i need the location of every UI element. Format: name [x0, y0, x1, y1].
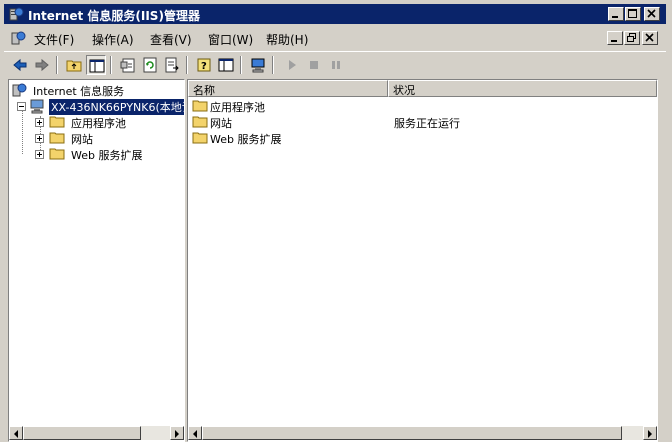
list-item[interactable]: 网站 服务正在运行: [190, 114, 650, 130]
menu-help[interactable]: 帮助(H): [266, 31, 308, 48]
menu-action[interactable]: 操作(A): [92, 31, 134, 48]
expand-icon[interactable]: [35, 150, 44, 159]
folder-icon: [192, 114, 208, 129]
tree-label: Internet 信息服务: [33, 85, 125, 98]
column-header-status[interactable]: 状况: [388, 80, 657, 97]
window-title: Internet 信息服务(IIS)管理器: [28, 9, 200, 23]
show-hide-tree-icon[interactable]: [86, 55, 106, 75]
tree-item-iis-root[interactable]: Internet 信息服务: [11, 82, 183, 98]
menu-window[interactable]: 窗口(W): [208, 31, 253, 48]
list-item-name: Web 服务扩展: [210, 133, 282, 146]
tree-horizontal-scrollbar[interactable]: [9, 426, 184, 440]
toolbar-separator: [110, 56, 112, 74]
toolbar: ?: [4, 51, 666, 78]
collapse-icon[interactable]: [17, 102, 26, 111]
properties-icon[interactable]: [118, 55, 138, 75]
console-icon[interactable]: [10, 30, 26, 46]
computer-connect-icon[interactable]: [248, 55, 268, 75]
scroll-thumb[interactable]: [23, 426, 141, 440]
list-item-name: 网站: [210, 117, 232, 130]
child-restore-button[interactable]: [624, 31, 640, 45]
list-item[interactable]: Web 服务扩展: [190, 130, 650, 146]
forward-icon[interactable]: [32, 55, 52, 75]
list-item-status: 服务正在运行: [394, 117, 460, 130]
list-pane[interactable]: 名称 状况 应用程序池 网站 服务正在运行 Web 服务扩展: [187, 79, 658, 442]
tree-label: Web 服务扩展: [71, 149, 143, 162]
toolbar-separator: [186, 56, 188, 74]
tree-item-web-service-ext[interactable]: Web 服务扩展: [35, 146, 184, 162]
pause-icon[interactable]: [326, 55, 346, 75]
maximize-button[interactable]: [625, 7, 641, 21]
tree-label: 应用程序池: [71, 117, 126, 130]
child-minimize-button[interactable]: [607, 31, 623, 45]
up-folder-icon[interactable]: [64, 55, 84, 75]
scroll-left-icon[interactable]: [9, 426, 23, 440]
menu-view[interactable]: 查看(V): [150, 31, 192, 48]
tree-item-websites[interactable]: 网站: [35, 130, 184, 146]
expand-icon[interactable]: [35, 134, 44, 143]
list-item-name: 应用程序池: [210, 101, 265, 114]
child-close-button[interactable]: [642, 31, 658, 45]
iis-app-icon: [8, 6, 24, 22]
stop-icon[interactable]: [304, 55, 324, 75]
help-icon[interactable]: ?: [194, 55, 214, 75]
scroll-left-icon[interactable]: [188, 426, 202, 440]
refresh-icon[interactable]: [140, 55, 160, 75]
menu-bar: 文件(F) 操作(A) 查看(V) 窗口(W) 帮助(H): [4, 27, 666, 49]
svg-text:?: ?: [201, 61, 207, 72]
list-header: 名称 状况: [188, 80, 657, 97]
folder-icon: [49, 114, 65, 129]
tree-item-app-pools[interactable]: 应用程序池: [35, 114, 184, 130]
list-horizontal-scrollbar[interactable]: [188, 426, 657, 440]
tree-label: 网站: [71, 133, 93, 146]
toolbar-separator: [240, 56, 242, 74]
export-list-icon[interactable]: [162, 55, 182, 75]
scroll-right-icon[interactable]: [170, 426, 184, 440]
expand-icon[interactable]: [35, 118, 44, 127]
scroll-thumb[interactable]: [202, 426, 622, 440]
iis-manager-window: Internet 信息服务(IIS)管理器 文件(F) 操作(A) 查看(V) …: [0, 0, 672, 442]
minimize-button[interactable]: [608, 7, 624, 21]
menu-file[interactable]: 文件(F): [34, 31, 74, 48]
list-item[interactable]: 应用程序池: [190, 98, 650, 114]
folder-icon: [49, 146, 65, 161]
close-button[interactable]: [644, 7, 660, 21]
tree-item-server[interactable]: XX-436NK66PYNK6(本地计算机): [17, 98, 184, 115]
folder-icon: [49, 130, 65, 145]
folder-icon: [192, 98, 208, 113]
back-icon[interactable]: [10, 55, 30, 75]
scroll-right-icon[interactable]: [643, 426, 657, 440]
start-icon[interactable]: [282, 55, 302, 75]
title-bar[interactable]: Internet 信息服务(IIS)管理器: [4, 4, 666, 24]
server-icon: [29, 98, 45, 114]
tree-label-selected: XX-436NK66PYNK6(本地计算机): [49, 99, 184, 115]
folder-icon: [192, 130, 208, 145]
toolbar-separator: [56, 56, 58, 74]
iis-root-icon: [11, 82, 27, 97]
column-header-name[interactable]: 名称: [188, 80, 388, 97]
toolbar-separator: [272, 56, 274, 74]
tree-pane[interactable]: Internet 信息服务 XX-436NK66PYNK6(本地计算机) 应用程…: [8, 79, 185, 442]
new-window-icon[interactable]: [216, 55, 236, 75]
